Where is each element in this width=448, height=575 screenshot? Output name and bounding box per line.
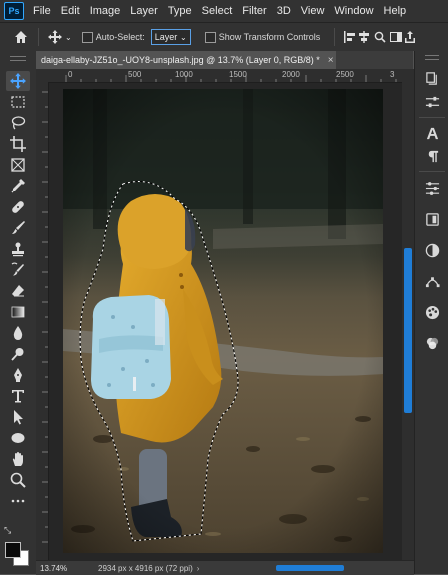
menu-edit[interactable]: Edit [56, 5, 85, 17]
brush-icon[interactable] [6, 218, 30, 238]
ruler-label: 2500 [336, 70, 354, 79]
move-icon[interactable] [6, 71, 30, 91]
zoom-icon[interactable] [6, 470, 30, 490]
menu-bar: Ps File Edit Image Layer Type Select Fil… [0, 0, 448, 22]
history-brush-icon[interactable] [6, 260, 30, 280]
menu-view[interactable]: View [296, 5, 330, 17]
gradient-icon[interactable] [6, 302, 30, 322]
pen-icon[interactable] [6, 365, 30, 385]
ruler-label: 0 [68, 70, 73, 79]
foreground-color-swatch[interactable] [5, 542, 21, 558]
canvas-workspace[interactable] [49, 83, 402, 560]
ruler-label: 1500 [229, 70, 247, 79]
path-select-icon[interactable] [6, 407, 30, 427]
auto-select-label: Auto-Select: [95, 32, 145, 42]
dodge-icon[interactable] [6, 344, 30, 364]
edit-toolbar-icon[interactable] [6, 491, 30, 511]
horizontal-scrollbar-thumb[interactable] [276, 565, 344, 571]
ruler-label: 500 [128, 70, 142, 79]
document-tab[interactable]: daiga-ellaby-JZ51o_-UOY8-unsplash.jpg @ … [36, 51, 336, 69]
menu-window[interactable]: Window [329, 5, 378, 17]
swatches-icon[interactable] [422, 303, 442, 321]
menu-select[interactable]: Select [197, 5, 238, 17]
right-panel-dock [414, 51, 448, 574]
move-tool-icon[interactable] [47, 30, 63, 44]
libraries-icon[interactable] [422, 210, 442, 228]
ruler-ticks [42, 91, 48, 543]
separator [419, 117, 445, 118]
frame-icon[interactable] [6, 155, 30, 175]
options-bar: ⌄ Auto-Select: Layer ⌄ Show Transform Co… [0, 22, 448, 51]
menu-help[interactable]: Help [379, 5, 412, 17]
chevron-down-icon: ⌄ [180, 32, 187, 42]
layer-select-value: Layer [154, 32, 178, 42]
align-center-icon[interactable] [357, 31, 371, 43]
document-dimensions: 2934 px x 4916 px (72 ppi) [98, 563, 193, 573]
properties-icon[interactable] [422, 93, 442, 111]
separator [334, 28, 336, 46]
styles-icon[interactable] [422, 334, 442, 352]
menu-3d[interactable]: 3D [272, 5, 296, 17]
healing-icon[interactable] [6, 197, 30, 217]
stamp-icon[interactable] [6, 239, 30, 259]
document-tab-bar: daiga-ellaby-JZ51o_-UOY8-unsplash.jpg @ … [36, 51, 413, 69]
ellipse-icon[interactable] [6, 428, 30, 448]
menu-layer[interactable]: Layer [125, 5, 163, 17]
show-transform-checkbox[interactable] [204, 31, 216, 43]
panel-grip[interactable] [425, 55, 439, 60]
vertical-scrollbar-thumb[interactable] [404, 248, 412, 413]
color-icon[interactable] [422, 241, 442, 259]
separator [419, 171, 445, 172]
menu-image[interactable]: Image [85, 5, 126, 17]
separator [38, 28, 39, 46]
status-bar: 13.74% 2934 px x 4916 px (72 ppi) › [36, 560, 414, 575]
workspace-icon[interactable] [389, 31, 403, 43]
ruler-label: 3 [390, 70, 395, 79]
top-ruler: 0 500 1000 1500 2000 2500 3 [36, 69, 402, 83]
left-ruler [36, 82, 49, 560]
eyedropper-icon[interactable] [6, 176, 30, 196]
adjustments-icon[interactable] [422, 179, 442, 197]
tool-preset-chevron-icon[interactable]: ⌄ [65, 33, 72, 42]
paths-icon[interactable] [422, 272, 442, 290]
align-left-icon[interactable] [343, 31, 357, 43]
auto-select-checkbox[interactable] [81, 31, 93, 43]
menu-filter[interactable]: Filter [237, 5, 271, 17]
ruler-label: 2000 [282, 70, 300, 79]
document-image[interactable] [63, 89, 383, 553]
swap-colors-icon[interactable]: ⤡ [4, 525, 11, 536]
ruler-label: 1000 [175, 70, 193, 79]
crop-icon[interactable] [6, 134, 30, 154]
history-icon[interactable] [422, 69, 442, 87]
lasso-icon[interactable] [6, 113, 30, 133]
menu-type[interactable]: Type [163, 5, 197, 17]
share-icon[interactable] [403, 31, 417, 43]
type-icon[interactable] [6, 386, 30, 406]
close-icon[interactable]: × [328, 55, 334, 66]
menu-file[interactable]: File [28, 5, 56, 17]
marquee-icon[interactable] [6, 92, 30, 112]
character-icon[interactable] [422, 124, 442, 142]
search-icon[interactable] [371, 31, 389, 43]
toolbar-grip[interactable] [10, 56, 26, 61]
photoshop-logo[interactable]: Ps [4, 2, 24, 20]
eraser-icon[interactable] [6, 281, 30, 301]
zoom-level[interactable]: 13.74% [36, 564, 80, 573]
photo-scene [63, 89, 383, 553]
document-tab-title: daiga-ellaby-JZ51o_-UOY8-unsplash.jpg @ … [41, 55, 320, 65]
home-icon[interactable] [12, 30, 30, 44]
blur-icon[interactable] [6, 323, 30, 343]
paragraph-icon[interactable] [422, 147, 442, 165]
hand-icon[interactable] [6, 449, 30, 469]
show-transform-label: Show Transform Controls [218, 32, 321, 42]
status-arrow-icon[interactable]: › [197, 564, 200, 573]
tools-panel: ⤡ [0, 51, 36, 574]
auto-select-target-select[interactable]: Layer ⌄ [150, 29, 191, 45]
